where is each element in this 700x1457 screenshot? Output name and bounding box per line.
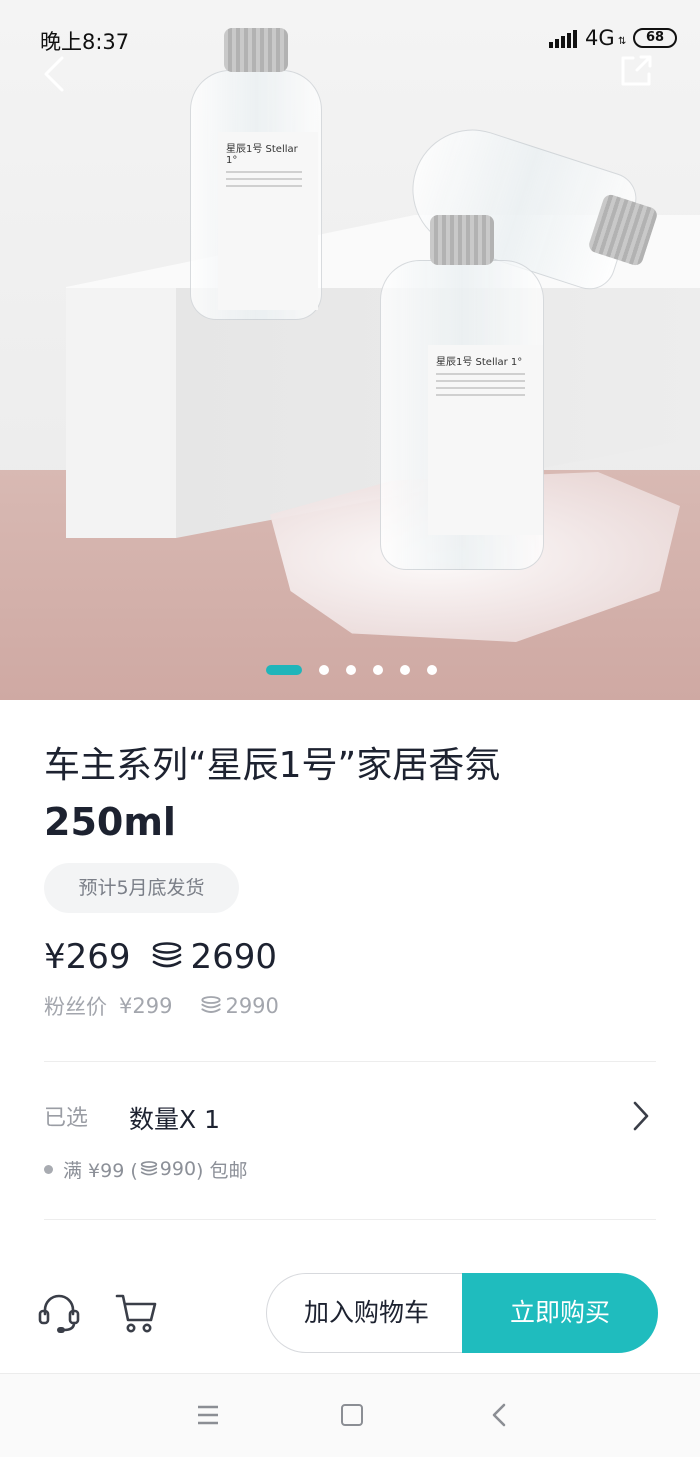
home-icon[interactable]	[341, 1404, 363, 1426]
carousel-dot[interactable]	[400, 665, 410, 675]
bullet-dot	[44, 1164, 53, 1174]
shipping-suffix: ) 包邮	[196, 1159, 248, 1182]
network-type: 4G	[585, 26, 615, 50]
product-title-line1: 车主系列“星辰1号”家居香氛	[44, 745, 501, 786]
coin-icon	[201, 996, 222, 1013]
product-image-carousel[interactable]: 星辰1号 Stellar 1° 星辰1号 Stellar 1°	[0, 0, 700, 700]
selected-label: 已选	[44, 1106, 89, 1131]
status-bar: 晚上8:37 4G ⇅ 68	[0, 0, 700, 78]
label-line	[436, 387, 526, 389]
fan-coin-price: 2990	[225, 994, 279, 1018]
bottle-label: 星辰1号 Stellar 1°	[428, 345, 543, 535]
signal-icon	[549, 30, 577, 48]
system-navigation-bar	[0, 1373, 700, 1457]
chevron-right-icon[interactable]	[630, 1098, 652, 1134]
coin-icon	[152, 942, 181, 968]
nav-back-icon[interactable]	[490, 1402, 508, 1428]
price-row: ¥269 2690	[44, 934, 277, 980]
product-title-line2: 250ml	[44, 800, 176, 844]
label-line	[436, 394, 526, 396]
add-to-cart-button[interactable]: 加入购物车	[266, 1273, 466, 1353]
coin-price: 2690	[190, 937, 278, 977]
back-icon[interactable]	[40, 54, 70, 94]
carousel-dot[interactable]	[373, 665, 383, 675]
hero-pedestal-front	[66, 288, 176, 538]
carousel-dot[interactable]	[427, 665, 437, 675]
bottle-label-text: 星辰1号 Stellar 1°	[436, 357, 523, 368]
cart-icon[interactable]	[114, 1290, 158, 1336]
carousel-dot[interactable]	[346, 665, 356, 675]
free-shipping-note: 满 ¥99 ( 990 ) 包邮	[44, 1154, 247, 1184]
menu-icon[interactable]	[196, 1404, 220, 1426]
status-time: 晚上8:37	[40, 30, 130, 54]
fan-price-row: 粉丝价 ¥299 2990	[44, 990, 279, 1022]
label-line	[436, 380, 526, 382]
divider	[44, 1061, 656, 1062]
label-line	[226, 171, 302, 173]
divider	[44, 1219, 656, 1220]
product-title: 车主系列“星辰1号”家居香氛 250ml	[44, 738, 664, 850]
carousel-dot-active[interactable]	[266, 665, 302, 675]
spec-selector[interactable]: 已选 数量X 1	[44, 1088, 656, 1144]
shipping-coin: 990	[159, 1158, 197, 1180]
carousel-indicator	[0, 664, 700, 676]
buy-now-button[interactable]: 立即购买	[462, 1273, 658, 1353]
customer-service-icon[interactable]	[36, 1290, 82, 1336]
network-activity-icon: ⇅	[618, 36, 627, 47]
coin-icon	[140, 1160, 157, 1175]
fan-price-label: 粉丝价	[44, 995, 107, 1019]
bottle-label-text: 星辰1号 Stellar 1°	[226, 144, 298, 166]
fan-price: ¥299	[119, 994, 173, 1018]
shipping-prefix: 满 ¥99 (	[63, 1159, 138, 1182]
label-line	[226, 185, 302, 187]
battery-level: 68	[633, 28, 677, 48]
share-icon[interactable]	[617, 52, 655, 90]
label-line	[226, 178, 302, 180]
bottle-cap	[430, 215, 494, 265]
bottle-label: 星辰1号 Stellar 1°	[218, 132, 318, 310]
selected-value: 数量X 1	[129, 1105, 220, 1134]
price: ¥269	[44, 937, 131, 977]
shipping-estimate-badge: 预计5月底发货	[44, 863, 239, 913]
carousel-dot[interactable]	[319, 665, 329, 675]
label-line	[436, 373, 526, 375]
